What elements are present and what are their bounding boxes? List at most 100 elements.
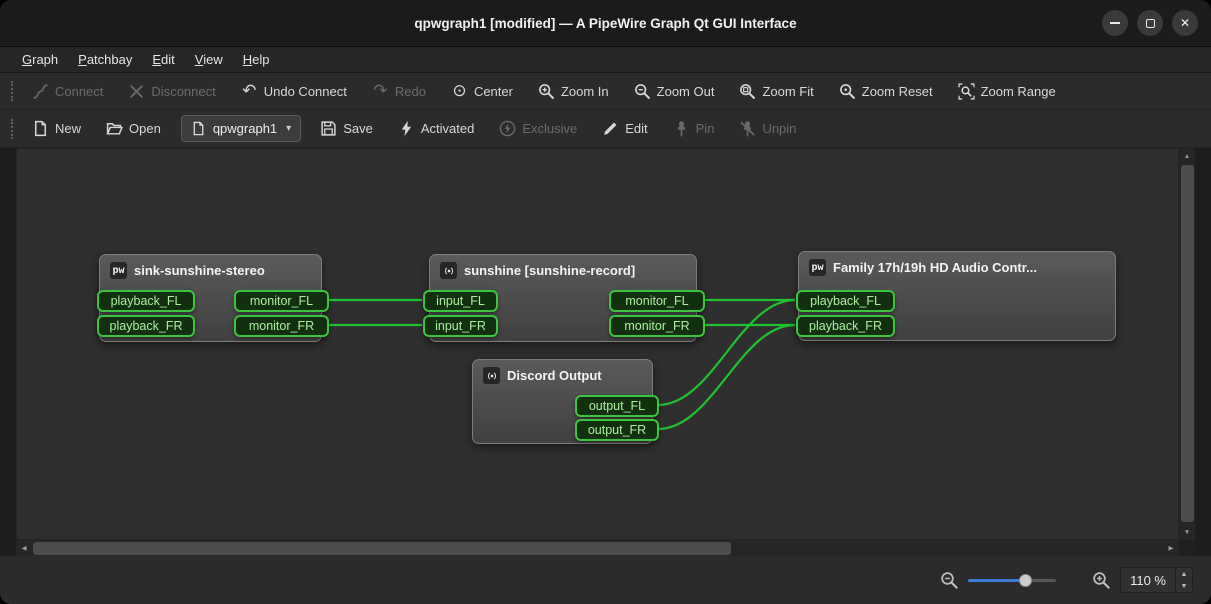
toolbar-drag-handle[interactable] xyxy=(11,119,13,139)
node-discord-output[interactable]: Discord Output output_FL output_FR xyxy=(472,359,653,444)
maximize-icon xyxy=(1146,19,1155,28)
center-label: Center xyxy=(474,84,513,99)
zoom-fit-button[interactable]: Zoom Fit xyxy=(730,78,822,105)
save-button[interactable]: Save xyxy=(311,115,382,142)
pin-button[interactable]: Pin xyxy=(664,115,724,142)
minimize-icon xyxy=(1110,22,1120,24)
pin-label: Pin xyxy=(696,121,715,136)
zoom-in-button[interactable]: Zoom In xyxy=(529,78,618,105)
new-button[interactable]: New xyxy=(23,115,90,142)
menu-patchbay[interactable]: Patchbay xyxy=(68,48,142,71)
menu-graph[interactable]: Graph xyxy=(12,48,68,71)
undo-icon: ↶ xyxy=(241,83,258,100)
zoom-slider-handle[interactable] xyxy=(1019,574,1032,587)
activated-label: Activated xyxy=(421,121,474,136)
close-icon: ✕ xyxy=(1180,17,1190,29)
chevron-down-icon: ▾ xyxy=(286,123,291,134)
sunshine-input-fl-port[interactable]: input_FL xyxy=(423,290,498,312)
vertical-scrollbar-thumb[interactable] xyxy=(1181,165,1194,522)
maximize-button[interactable] xyxy=(1137,10,1163,36)
unpin-button[interactable]: Unpin xyxy=(730,115,805,142)
zoom-slider[interactable] xyxy=(968,571,1056,589)
graph-canvas[interactable]: pw sink-sunshine-stereo playback_FL play… xyxy=(16,148,1179,540)
zoom-out-icon xyxy=(634,83,651,100)
scroll-down-arrow[interactable]: ▼ xyxy=(1179,524,1195,540)
sunshine-monitor-fr-port[interactable]: monitor_FR xyxy=(609,315,705,337)
family-playback-fl-port[interactable]: playback_FL xyxy=(796,290,895,312)
horizontal-scrollbar-thumb[interactable] xyxy=(33,542,731,555)
zoom-out-button[interactable]: Zoom Out xyxy=(625,78,724,105)
patchbay-profile-value: qpwgraph1 xyxy=(213,121,277,136)
sink-playback-fr-port[interactable]: playback_FR xyxy=(97,315,195,337)
connect-label: Connect xyxy=(55,84,103,99)
zoom-out-label: Zoom Out xyxy=(657,84,715,99)
statusbar: 110 % ▲ ▼ xyxy=(0,556,1211,604)
edit-button[interactable]: Edit xyxy=(593,115,656,142)
vertical-scrollbar[interactable]: ▲ ▼ xyxy=(1179,148,1195,540)
spin-down-icon[interactable]: ▼ xyxy=(1176,580,1192,592)
open-folder-icon xyxy=(106,120,123,137)
zoom-fit-label: Zoom Fit xyxy=(762,84,813,99)
activated-button[interactable]: Activated xyxy=(389,115,483,142)
new-label: New xyxy=(55,121,81,136)
zoom-in-magnifier-icon[interactable] xyxy=(1092,571,1111,590)
minimize-button[interactable] xyxy=(1102,10,1128,36)
connect-button[interactable]: Connect xyxy=(23,78,112,105)
patchbay-profile-combobox[interactable]: qpwgraph1 ▾ xyxy=(181,115,301,142)
undo-connect-button[interactable]: ↶ Undo Connect xyxy=(232,78,356,105)
scrollbar-corner xyxy=(1179,540,1195,556)
zoom-reset-label: Zoom Reset xyxy=(862,84,933,99)
patchbay-file-icon xyxy=(191,121,206,136)
zoom-range-icon xyxy=(958,83,975,100)
patchbay-toolbar: New Open qpwgraph1 ▾ Save Activated Excl… xyxy=(0,110,1211,148)
zoom-slider-fill xyxy=(968,579,1025,582)
node-sunshine-record[interactable]: sunshine [sunshine-record] input_FL inpu… xyxy=(429,254,697,342)
node-family-hd-audio-controller[interactable]: pw Family 17h/19h HD Audio Contr... play… xyxy=(798,251,1116,341)
pin-icon xyxy=(673,120,690,137)
menu-edit[interactable]: Edit xyxy=(142,48,184,71)
connections-layer xyxy=(17,149,1179,540)
sink-playback-fl-port[interactable]: playback_FL xyxy=(97,290,195,312)
node-header: sunshine [sunshine-record] xyxy=(430,255,696,279)
menu-help[interactable]: Help xyxy=(233,48,280,71)
app-window: qpwgraph1 [modified] — A PipeWire Graph … xyxy=(0,0,1211,604)
zoom-spinbox[interactable]: 110 % ▲ ▼ xyxy=(1120,567,1193,593)
window-controls: ✕ xyxy=(1102,10,1198,36)
redo-button[interactable]: ↷ Redo xyxy=(363,78,435,105)
exclusive-label: Exclusive xyxy=(522,121,577,136)
center-button[interactable]: ⊙ Center xyxy=(442,78,522,105)
spin-buttons: ▲ ▼ xyxy=(1175,568,1192,592)
discord-output-fl-port[interactable]: output_FL xyxy=(575,395,659,417)
sink-monitor-fr-port[interactable]: monitor_FR xyxy=(234,315,329,337)
open-button[interactable]: Open xyxy=(97,115,170,142)
zoom-value[interactable]: 110 % xyxy=(1121,568,1175,592)
zoom-range-button[interactable]: Zoom Range xyxy=(949,78,1065,105)
titlebar[interactable]: qpwgraph1 [modified] — A PipeWire Graph … xyxy=(0,0,1211,47)
disconnect-button[interactable]: Disconnect xyxy=(119,78,224,105)
zoom-out-magnifier-icon[interactable] xyxy=(940,571,959,590)
menu-view[interactable]: View xyxy=(185,48,233,71)
close-button[interactable]: ✕ xyxy=(1172,10,1198,36)
spin-up-icon[interactable]: ▲ xyxy=(1176,568,1192,580)
toolbar-drag-handle[interactable] xyxy=(11,81,13,101)
node-sink-sunshine-stereo[interactable]: pw sink-sunshine-stereo playback_FL play… xyxy=(99,254,322,342)
scroll-left-arrow[interactable]: ◀ xyxy=(16,540,32,556)
zoom-fit-icon xyxy=(739,83,756,100)
scroll-up-arrow[interactable]: ▲ xyxy=(1179,148,1195,164)
discord-output-fr-port[interactable]: output_FR xyxy=(575,419,659,441)
family-playback-fr-port[interactable]: playback_FR xyxy=(796,315,895,337)
window-title: qpwgraph1 [modified] — A PipeWire Graph … xyxy=(414,16,796,31)
sink-monitor-fl-port[interactable]: monitor_FL xyxy=(234,290,329,312)
exclusive-button[interactable]: Exclusive xyxy=(490,115,586,142)
horizontal-scrollbar[interactable]: ◀ ▶ xyxy=(16,540,1179,556)
zoom-in-icon xyxy=(538,83,555,100)
sunshine-input-fr-port[interactable]: input_FR xyxy=(423,315,498,337)
sunshine-monitor-fl-port[interactable]: monitor_FL xyxy=(609,290,705,312)
node-header: Discord Output xyxy=(473,360,652,384)
activated-bolt-icon xyxy=(398,120,415,137)
edit-label: Edit xyxy=(625,121,647,136)
scroll-right-arrow[interactable]: ▶ xyxy=(1163,540,1179,556)
redo-icon: ↷ xyxy=(372,83,389,100)
zoom-reset-button[interactable]: Zoom Reset xyxy=(830,78,942,105)
speaker-icon xyxy=(440,262,457,279)
